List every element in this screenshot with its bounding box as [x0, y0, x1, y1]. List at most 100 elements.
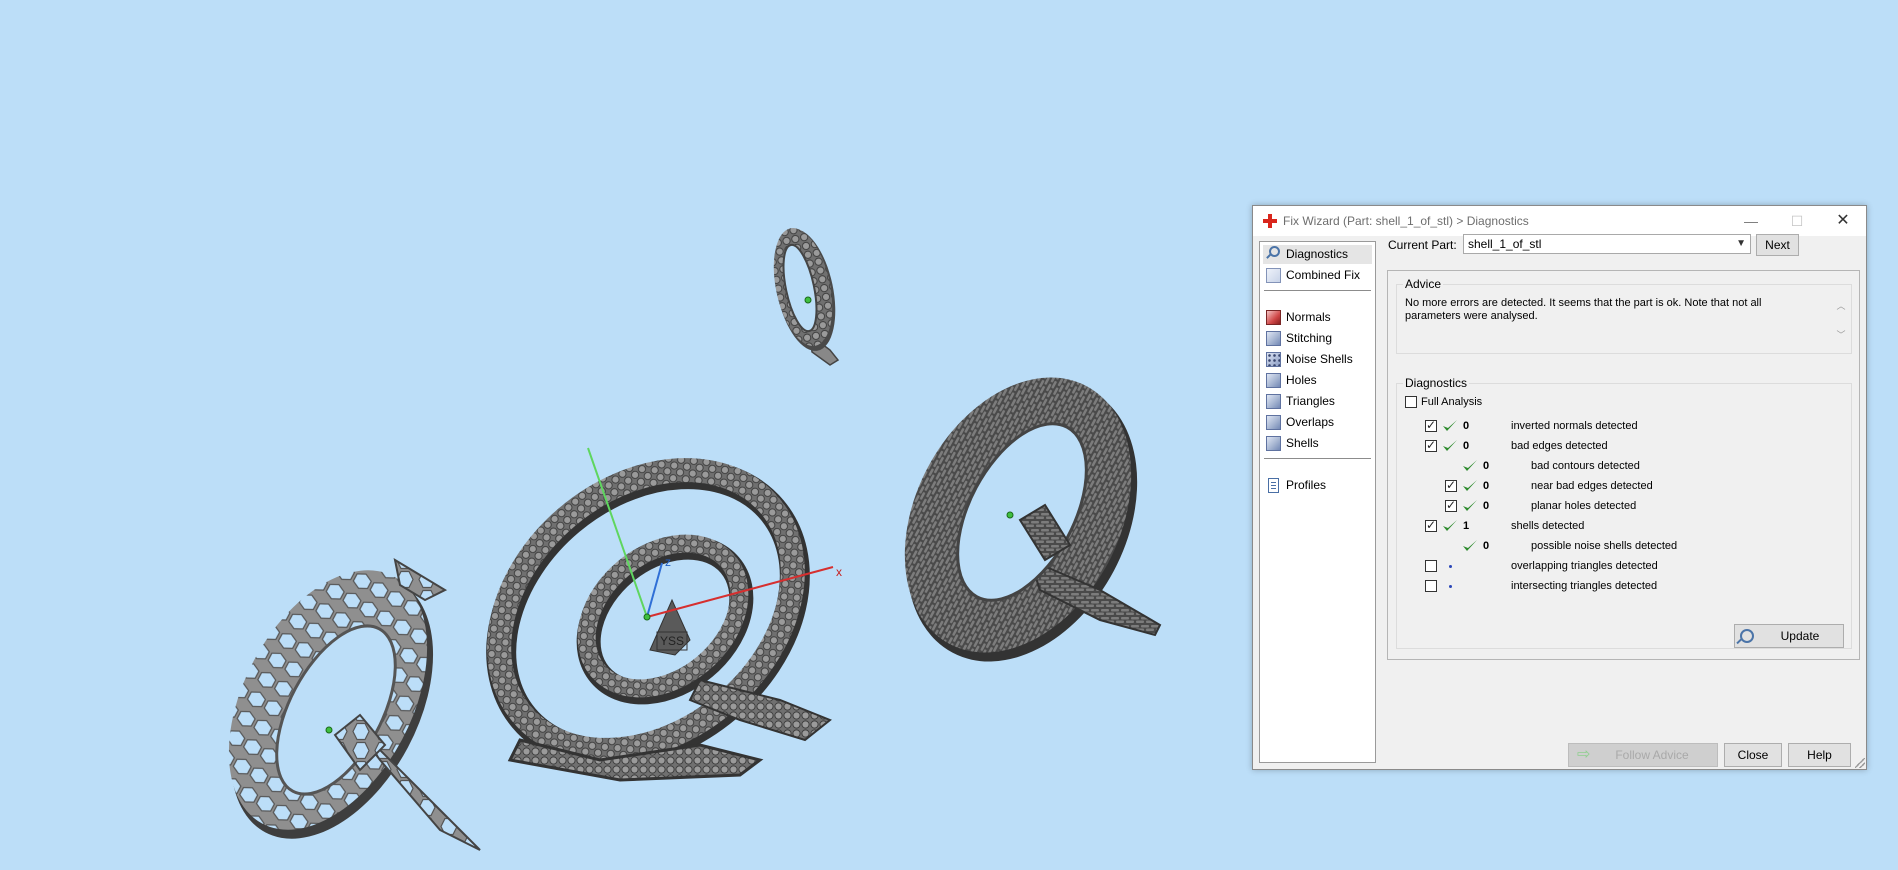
sidebar-item-diagnostics[interactable]: Diagnostics [1263, 245, 1372, 264]
diagnostic-checkbox[interactable] [1425, 518, 1437, 532]
triangles-cube-icon [1266, 394, 1281, 409]
diagnostic-checkbox[interactable] [1445, 498, 1457, 512]
diagnostic-count: 0 [1463, 420, 1470, 432]
diagnostic-count: 0 [1483, 500, 1490, 512]
fix-wizard-dialog: Fix Wizard (Part: shell_1_of_stl) > Diag… [1252, 205, 1867, 770]
diagnostic-label: overlapping triangles detected [1511, 560, 1658, 572]
diagnostic-label: bad edges detected [1511, 440, 1608, 452]
chevron-down-icon: ▼ [1736, 238, 1746, 249]
origin-point [643, 613, 651, 621]
advice-group: Advice No more errors are detected. It s… [1396, 277, 1852, 354]
sidebar-divider [1264, 458, 1371, 459]
check-ok-icon [1443, 520, 1457, 531]
sidebar-item-holes[interactable]: Holes [1263, 371, 1323, 390]
diagnostic-label: shells detected [1511, 520, 1585, 532]
document-icon [1268, 478, 1279, 493]
ring-model[interactable] [764, 223, 845, 366]
check-ok-icon [1463, 460, 1477, 471]
red-cross-icon [1263, 214, 1277, 228]
sidebar-item-combined-fix[interactable]: Combined Fix [1263, 266, 1366, 285]
hex-mesh-q-model[interactable] [188, 537, 481, 870]
check-ok-icon [1463, 500, 1477, 511]
cube-icon [1266, 268, 1281, 283]
sidebar-item-noise-shells[interactable]: Noise Shells [1263, 350, 1359, 369]
diagnostic-checkbox[interactable] [1425, 438, 1437, 452]
diagnostics-panel: Advice No more errors are detected. It s… [1387, 270, 1860, 660]
diagnostic-label: near bad edges detected [1531, 480, 1653, 492]
not-analysed-icon [1449, 565, 1452, 568]
diagnostic-label: inverted normals detected [1511, 420, 1638, 432]
current-part-select[interactable]: shell_1_of_stl ▼ [1463, 234, 1751, 254]
sidebar-item-label: Profiles [1286, 478, 1327, 492]
sidebar-item-overlaps[interactable]: Overlaps [1263, 413, 1340, 432]
sidebar-item-triangles[interactable]: Triangles [1263, 392, 1341, 411]
scroll-up-icon[interactable]: ︿ [1835, 299, 1847, 312]
sidebar-item-label: Normals [1286, 310, 1331, 324]
stitching-cube-icon [1266, 331, 1281, 346]
sidebar-item-normals[interactable]: Normals [1263, 308, 1337, 327]
follow-advice-label: Follow Advice [1615, 748, 1689, 762]
axis-z-label: z [665, 555, 671, 569]
noise-shells-icon [1266, 352, 1281, 367]
diagnostic-count: 0 [1483, 480, 1490, 492]
close-button[interactable]: Close [1724, 743, 1782, 767]
sidebar-item-label: Shells [1286, 436, 1319, 450]
diagnostic-count: 1 [1463, 520, 1470, 532]
scroll-down-icon[interactable]: ﹀ [1835, 328, 1847, 341]
sidebar-item-label: Combined Fix [1286, 268, 1361, 282]
advice-text: No more errors are detected. It seems th… [1405, 297, 1762, 322]
dialog-title: Fix Wizard (Part: shell_1_of_stl) > Diag… [1283, 214, 1529, 228]
diagnostics-heading: Diagnostics [1403, 376, 1470, 390]
close-window-button[interactable]: ✕ [1820, 206, 1866, 236]
maximize-button[interactable]: ☐ [1774, 206, 1820, 236]
shells-cube-icon [1266, 436, 1281, 451]
diagnostics-group: Diagnostics Full Analysis 0 inverted norm… [1396, 376, 1852, 649]
sidebar-item-label: Triangles [1286, 394, 1335, 408]
sidebar-item-label: Diagnostics [1286, 247, 1349, 261]
sidebar-item-profiles[interactable]: Profiles [1263, 476, 1332, 495]
diagnostic-count: 0 [1483, 460, 1490, 472]
check-ok-icon [1463, 480, 1477, 491]
wizard-sidebar: Diagnostics Combined Fix Normals Stitchi… [1259, 241, 1376, 763]
diagnostic-checkbox[interactable] [1425, 560, 1437, 572]
diagnostic-count: 0 [1483, 540, 1490, 552]
axis-z-line [646, 562, 663, 618]
diagnostic-label: bad contours detected [1531, 460, 1640, 472]
update-label: Update [1780, 629, 1820, 643]
current-part-value: shell_1_of_stl [1468, 237, 1542, 251]
dialog-titlebar[interactable]: Fix Wizard (Part: shell_1_of_stl) > Diag… [1253, 206, 1866, 236]
sidebar-item-label: Noise Shells [1286, 352, 1353, 366]
sidebar-item-label: Stitching [1286, 331, 1333, 345]
overlaps-cube-icon [1266, 415, 1281, 430]
diagnostic-checkbox[interactable] [1425, 580, 1437, 592]
check-ok-icon [1443, 440, 1457, 451]
woven-q-model[interactable] [859, 338, 1183, 701]
sidebar-item-shells[interactable]: Shells [1263, 434, 1325, 453]
sidebar-item-label: Overlaps [1286, 415, 1335, 429]
advice-heading: Advice [1403, 277, 1444, 291]
next-button[interactable]: Next [1756, 234, 1799, 256]
not-analysed-icon [1449, 585, 1452, 588]
advice-scrollbar[interactable]: ︿ ﹀ [1835, 299, 1847, 347]
check-ok-icon [1443, 420, 1457, 431]
magnifier-icon [1269, 246, 1280, 257]
diagnostic-label: planar holes detected [1531, 500, 1637, 512]
diagnostic-label: intersecting triangles detected [1511, 580, 1658, 592]
sidebar-divider [1264, 290, 1371, 291]
minimize-button[interactable]: — [1728, 206, 1774, 236]
follow-advice-button[interactable]: ⇨ Follow Advice [1568, 743, 1718, 767]
diagnostic-checkbox[interactable] [1445, 478, 1457, 492]
normals-cube-icon [1266, 310, 1281, 325]
update-button[interactable]: Update [1734, 624, 1844, 648]
holes-cube-icon [1266, 373, 1281, 388]
diagnostic-label: possible noise shells detected [1531, 540, 1678, 552]
resize-grip[interactable] [1855, 758, 1865, 768]
sidebar-item-stitching[interactable]: Stitching [1263, 329, 1338, 348]
full-analysis-checkbox[interactable] [1405, 396, 1417, 408]
beaded-q-model[interactable] [443, 412, 850, 811]
diagnostic-checkbox[interactable] [1425, 418, 1437, 432]
full-analysis-label: Full Analysis [1421, 396, 1483, 408]
diagnostic-count: 0 [1463, 440, 1470, 452]
sidebar-item-label: Holes [1286, 373, 1317, 387]
help-button[interactable]: Help [1788, 743, 1851, 767]
